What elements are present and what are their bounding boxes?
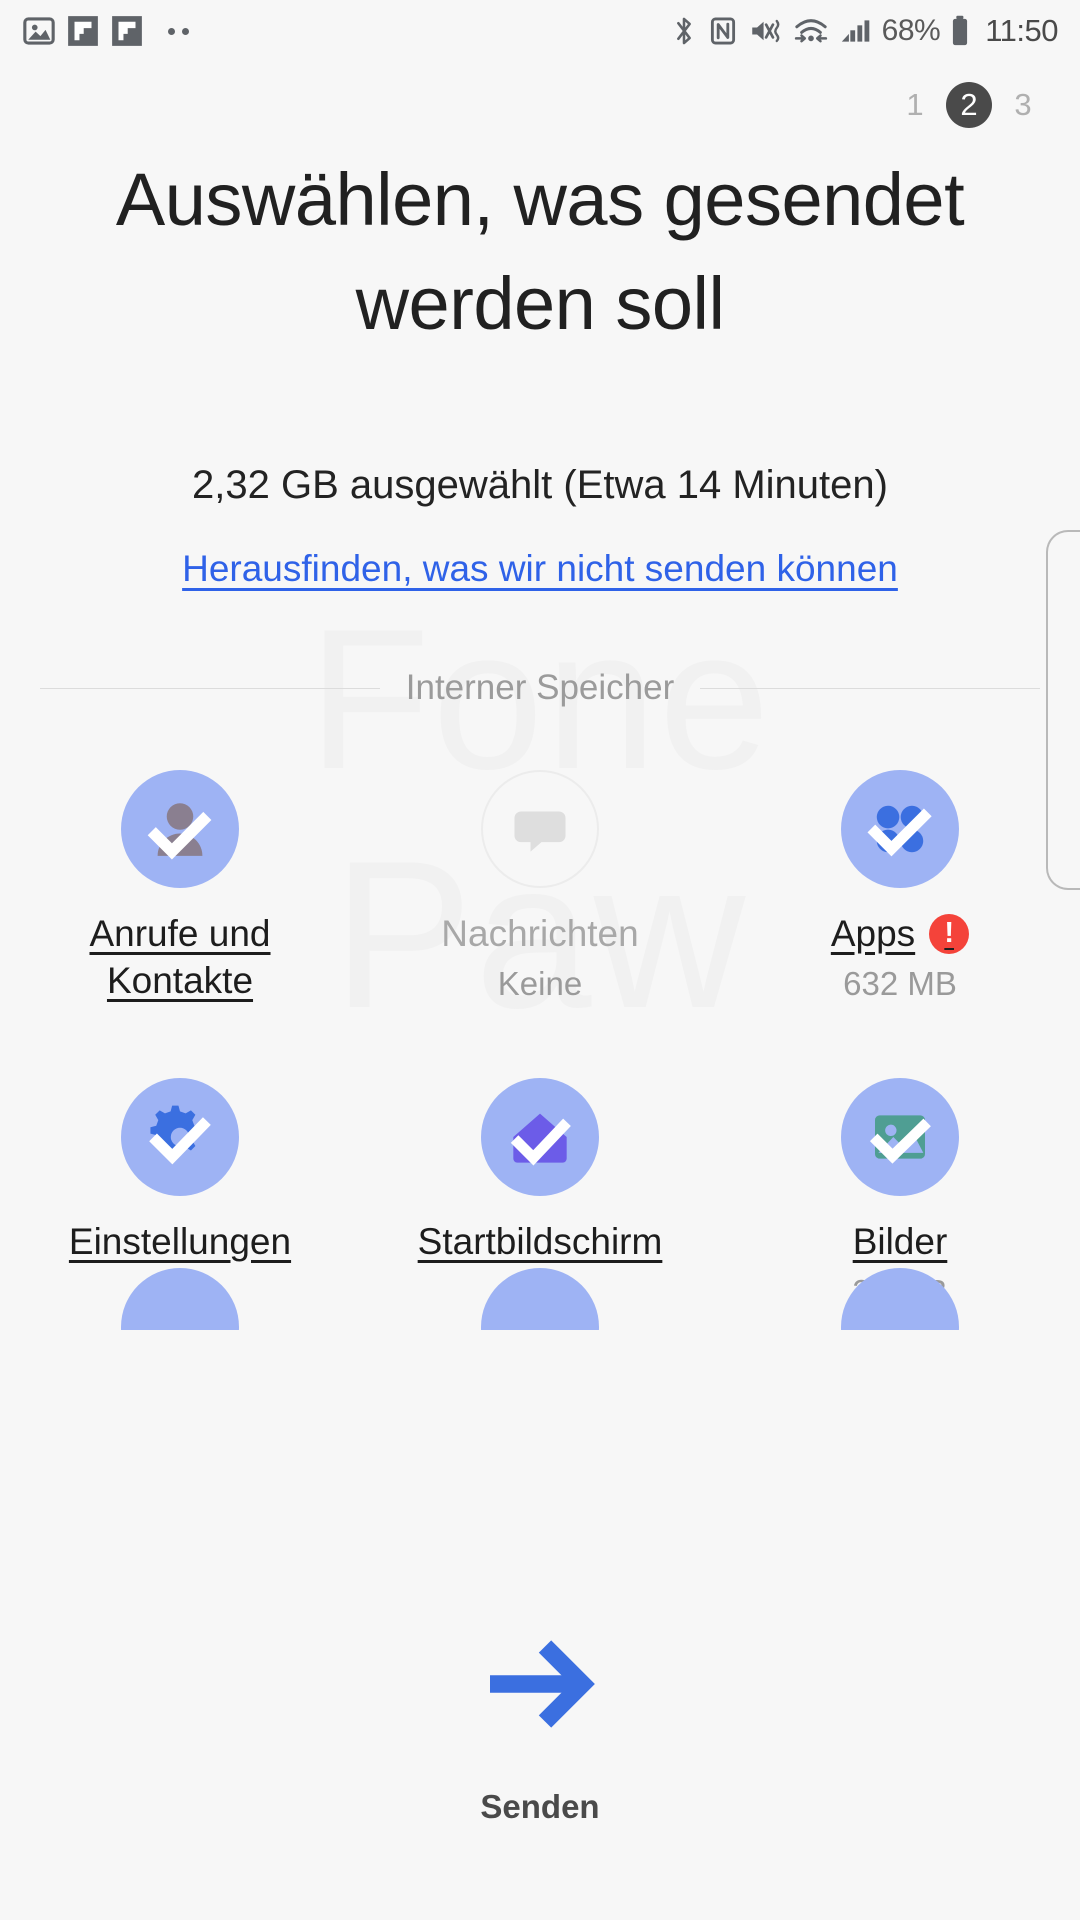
divider-rule-right bbox=[700, 687, 1041, 689]
tile-size-label: 632 MB bbox=[843, 965, 957, 1002]
tile-icon-bubble bbox=[481, 770, 599, 888]
tile-icon-bubble-partial bbox=[720, 1268, 1080, 1330]
send-button[interactable]: Senden bbox=[0, 1530, 1080, 1920]
pager-step-3[interactable]: 3 bbox=[1008, 82, 1038, 128]
cannot-send-link-label[interactable]: Herausfinden, was wir nicht senden könne… bbox=[182, 548, 898, 589]
tile-icon-bubble bbox=[121, 770, 239, 888]
apps-check-icon bbox=[867, 805, 932, 857]
pager-step-2[interactable]: 2 bbox=[946, 82, 992, 128]
tile-size-label: Keine bbox=[497, 965, 583, 1002]
status-bar-left-icons bbox=[22, 14, 189, 48]
send-button-label: Senden bbox=[480, 1788, 600, 1825]
nfc-icon bbox=[710, 17, 735, 45]
divider-rule-left bbox=[40, 687, 380, 689]
grid-row-partially-visible bbox=[0, 1268, 1080, 1330]
tile-label: Einstellungen bbox=[69, 1218, 291, 1265]
tile-label: Apps ! bbox=[830, 910, 970, 957]
tile-label: Anrufe und Kontakte bbox=[15, 910, 345, 1004]
clock-label: 11:50 bbox=[985, 13, 1058, 48]
storage-section-label: Interner Speicher bbox=[405, 668, 675, 707]
tile-icon-bubble bbox=[481, 1078, 599, 1196]
tile-label: Bilder bbox=[853, 1218, 948, 1265]
signal-bars-icon bbox=[841, 20, 869, 42]
flipboard-icon bbox=[112, 16, 142, 46]
settings-gear-check-icon bbox=[149, 1105, 211, 1165]
content-type-grid: Anrufe und Kontakte Nachrichten Keine Ap… bbox=[0, 752, 1080, 1332]
tile-label-text: Einstellungen bbox=[68, 1221, 292, 1262]
tile-label: Startbildschirm bbox=[418, 1218, 663, 1265]
page-title: Auswählen, was gesendet werden soll bbox=[115, 158, 965, 345]
gallery-icon bbox=[23, 17, 55, 45]
status-bar-right-icons: 68% 11:50 bbox=[669, 13, 1058, 49]
step-pager: 1 2 3 bbox=[900, 82, 1038, 128]
grid-row: Anrufe und Kontakte Nachrichten Keine Ap… bbox=[0, 752, 1080, 1004]
arrow-right-icon bbox=[490, 1640, 595, 1728]
selection-summary: 2,32 GB ausgewählt (Etwa 14 Minuten) bbox=[192, 463, 888, 507]
status-bar: 68% 11:50 bbox=[0, 0, 1080, 62]
tile-label: Nachrichten bbox=[441, 910, 638, 957]
photo-check-icon bbox=[869, 1115, 931, 1164]
tile-icon-bubble bbox=[841, 1078, 959, 1196]
battery-icon bbox=[953, 15, 968, 46]
flipboard-icon bbox=[68, 16, 98, 46]
tile-label-text: Anrufe und Kontakte bbox=[89, 913, 271, 1001]
storage-section-divider: Interner Speicher bbox=[40, 668, 1041, 708]
tile-label-text: Nachrichten bbox=[441, 913, 639, 954]
tile-icon-bubble-partial bbox=[0, 1268, 360, 1330]
more-notifications-icon bbox=[168, 27, 189, 35]
pager-step-1[interactable]: 1 bbox=[900, 82, 930, 128]
mute-vibrate-icon bbox=[751, 19, 780, 43]
tile-icon-bubble bbox=[121, 1078, 239, 1196]
tile-icon-bubble-partial bbox=[360, 1268, 720, 1330]
battery-percent-label: 68% bbox=[881, 14, 941, 47]
tile-apps[interactable]: Apps ! 632 MB bbox=[720, 752, 1080, 1004]
warning-icon[interactable]: ! bbox=[929, 913, 970, 954]
contacts-check-icon bbox=[147, 803, 212, 860]
wifi-transfer-icon bbox=[794, 19, 827, 43]
message-bubble-icon bbox=[514, 811, 566, 852]
tile-nachrichten: Nachrichten Keine bbox=[360, 752, 720, 1004]
home-check-icon bbox=[510, 1113, 571, 1166]
bluetooth-icon bbox=[676, 17, 691, 45]
tile-label-text: Apps bbox=[830, 913, 916, 954]
tile-label-row: Apps ! bbox=[830, 910, 970, 957]
tile-label-row: Anrufe und Kontakte bbox=[15, 910, 345, 1004]
tile-label-text: Startbildschirm bbox=[417, 1221, 663, 1262]
tile-icon-bubble bbox=[841, 770, 959, 888]
tile-anrufe-und-kontakte[interactable]: Anrufe und Kontakte bbox=[0, 752, 360, 1004]
scrollbar[interactable] bbox=[1046, 530, 1080, 890]
cannot-send-link[interactable]: Herausfinden, was wir nicht senden könne… bbox=[40, 548, 1040, 590]
tile-label-text: Bilder bbox=[852, 1221, 948, 1262]
